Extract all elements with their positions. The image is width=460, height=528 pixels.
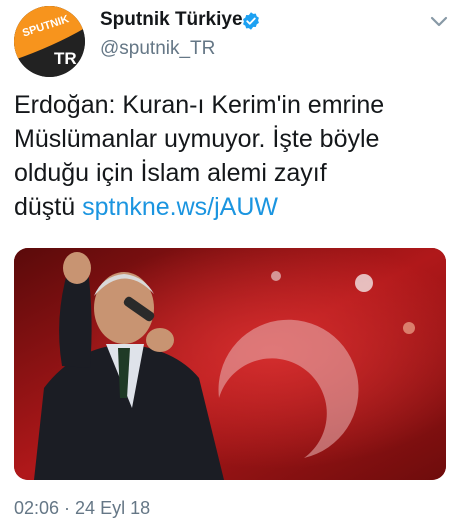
avatar-corner-text: TR	[54, 49, 77, 68]
avatar[interactable]: SPUTNIK TR	[14, 6, 85, 77]
tweet-media-image[interactable]	[14, 248, 446, 480]
display-name[interactable]: Sputnik Türkiye	[100, 9, 243, 31]
tweet-text-line-2: Müslümanlar uymuyor. İşte böyle	[14, 125, 380, 153]
tweet-timestamp[interactable]: 02:06 · 24 Eyl 18	[14, 498, 150, 519]
tweet-text-line-4: düştü	[14, 193, 76, 221]
tweet-link[interactable]: sptnkne.ws/jAUW	[82, 193, 278, 221]
chevron-down-icon[interactable]	[428, 12, 450, 30]
tweet-text: Erdoğan: Kuran-ı Kerim'in emrine Müslüma…	[14, 88, 450, 224]
tweet-text-line-1: Erdoğan: Kuran-ı Kerim'in emrine	[14, 91, 385, 119]
tweet-text-line-3: olduğu için İslam alemi zayıf	[14, 159, 327, 187]
handle[interactable]: @sputnik_TR	[100, 38, 215, 60]
verified-badge-icon	[243, 12, 259, 30]
